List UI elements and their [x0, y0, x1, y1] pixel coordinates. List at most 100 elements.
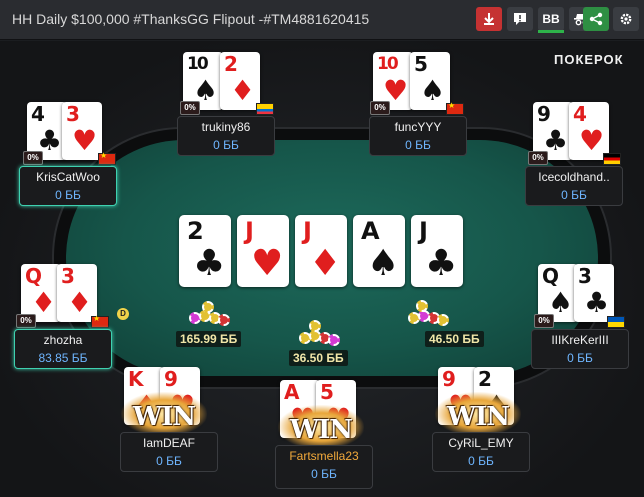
win-badge: WIN [278, 405, 364, 449]
gear-icon [620, 13, 632, 25]
card-rank: J [303, 217, 312, 245]
player-stack: 83.85 ББ [38, 351, 88, 365]
card-rank: 4 [573, 102, 587, 126]
hole-card: 3 ♥ [62, 102, 102, 160]
player-box[interactable]: IamDEAF 0 ББ [120, 432, 218, 472]
card-rank: K [128, 367, 144, 391]
equity-badge: 0% [370, 101, 390, 115]
download-button[interactable] [476, 7, 502, 31]
card-rank: 5 [320, 380, 334, 404]
pot-amount: 165.99 ББ [176, 331, 242, 347]
diamond-icon: ♦ [67, 286, 93, 319]
win-label: WIN [289, 415, 353, 445]
card-rank: J [245, 217, 254, 245]
card-rank: 2 [224, 52, 238, 76]
card-rank: 9 [442, 367, 456, 391]
club-icon: ♣ [584, 286, 610, 319]
player-stack: 0 ББ [213, 138, 239, 152]
pot-amount: 46.50 ББ [425, 331, 484, 347]
report-icon [514, 13, 526, 25]
win-badge: WIN [121, 392, 207, 436]
player-name: funcYYY [394, 120, 442, 134]
hole-card: 3 ♦ [57, 264, 97, 322]
win-badge: WIN [435, 392, 521, 436]
player-name: IamDEAF [142, 436, 195, 450]
share-button[interactable] [583, 7, 609, 31]
pot-amount: 36.50 ББ [289, 350, 348, 366]
equity-badge: 0% [180, 101, 200, 115]
player-stack: 0 ББ [156, 454, 182, 468]
card-rank: A [361, 217, 380, 245]
player-box[interactable]: zhozha 83.85 ББ [14, 329, 112, 369]
spade-icon: ♠ [420, 74, 446, 107]
player-box[interactable]: CyRiL_EMY 0 ББ [432, 432, 530, 472]
equity-badge: 0% [23, 151, 43, 165]
player-name: KrisCatWoo [36, 170, 100, 184]
window-title: HH Daily $100,000 #ThanksGG Flipout -#TM… [12, 11, 370, 27]
flag-china-icon [446, 101, 464, 115]
heart-icon: ♥ [251, 243, 284, 284]
club-icon: ♣ [425, 243, 458, 284]
board-card: J ♣ [411, 215, 463, 287]
card-rank: Q [25, 264, 43, 288]
bb-toggle-button[interactable]: BB [538, 7, 564, 31]
card-rank: 9 [537, 102, 551, 126]
card-rank: 10 [187, 54, 209, 74]
player-stack: 0 ББ [561, 188, 587, 202]
dealer-button: D [117, 308, 129, 320]
board-card: J ♦ [295, 215, 347, 287]
flag-ukraine-icon [607, 316, 625, 328]
hole-card: 2 ♦ [220, 52, 260, 110]
spade-icon: ♠ [367, 243, 400, 284]
player-name: trukiny86 [201, 120, 251, 134]
flag-ecuador-icon [256, 103, 274, 115]
flag-germany-icon [603, 153, 621, 165]
player-name: Fartsmella23 [289, 449, 359, 463]
card-rank: 2 [187, 217, 204, 245]
player-box[interactable]: Fartsmella23 0 ББ [275, 445, 373, 489]
card-rank: 3 [66, 102, 80, 126]
board-card: J ♥ [237, 215, 289, 287]
player-stack: 0 ББ [311, 467, 337, 481]
player-stack: 0 ББ [55, 188, 81, 202]
player-box[interactable]: KrisCatWoo 0 ББ [19, 166, 117, 206]
card-rank: 9 [164, 367, 178, 391]
card-rank: J [419, 217, 428, 245]
brand-logo: ПОКЕРОК [554, 52, 624, 67]
player-name: CyRiL_EMY [448, 436, 514, 450]
win-label: WIN [132, 402, 196, 432]
chip-stack-icon [185, 300, 230, 326]
player-stack: 0 ББ [567, 351, 593, 365]
player-name: Icecoldhand.. [538, 170, 610, 184]
share-icon [589, 12, 603, 26]
player-box[interactable]: Icecoldhand.. 0 ББ [525, 166, 623, 206]
card-rank: 4 [31, 102, 45, 126]
chip-stack-icon [295, 320, 340, 346]
player-name: IIIKreKerIII [551, 333, 609, 347]
equity-badge: 0% [534, 314, 554, 328]
chip-stack-icon [404, 300, 449, 326]
card-rank: 10 [377, 54, 399, 74]
title-bar: HH Daily $100,000 #ThanksGG Flipout -#TM… [0, 0, 644, 40]
equity-badge: 0% [528, 151, 548, 165]
player-stack: 0 ББ [468, 454, 494, 468]
report-button[interactable] [507, 7, 533, 31]
club-icon: ♣ [193, 243, 226, 284]
bb-active-indicator [538, 30, 564, 33]
player-box[interactable]: funcYYY 0 ББ [369, 116, 467, 156]
heart-icon: ♥ [579, 124, 605, 157]
board-card: 2 ♣ [179, 215, 231, 287]
card-rank: 2 [478, 367, 492, 391]
card-rank: 3 [578, 264, 592, 288]
player-stack: 0 ББ [405, 138, 431, 152]
card-rank: 5 [414, 52, 428, 76]
download-icon [484, 13, 494, 25]
card-rank: A [284, 380, 300, 404]
player-box[interactable]: IIIKreKerIII 0 ББ [531, 329, 629, 369]
settings-button[interactable] [613, 7, 639, 31]
equity-badge: 0% [16, 314, 36, 328]
hole-card: 5 ♠ [410, 52, 450, 110]
card-rank: 3 [61, 264, 75, 288]
player-box[interactable]: trukiny86 0 ББ [177, 116, 275, 156]
player-name: zhozha [43, 333, 83, 347]
